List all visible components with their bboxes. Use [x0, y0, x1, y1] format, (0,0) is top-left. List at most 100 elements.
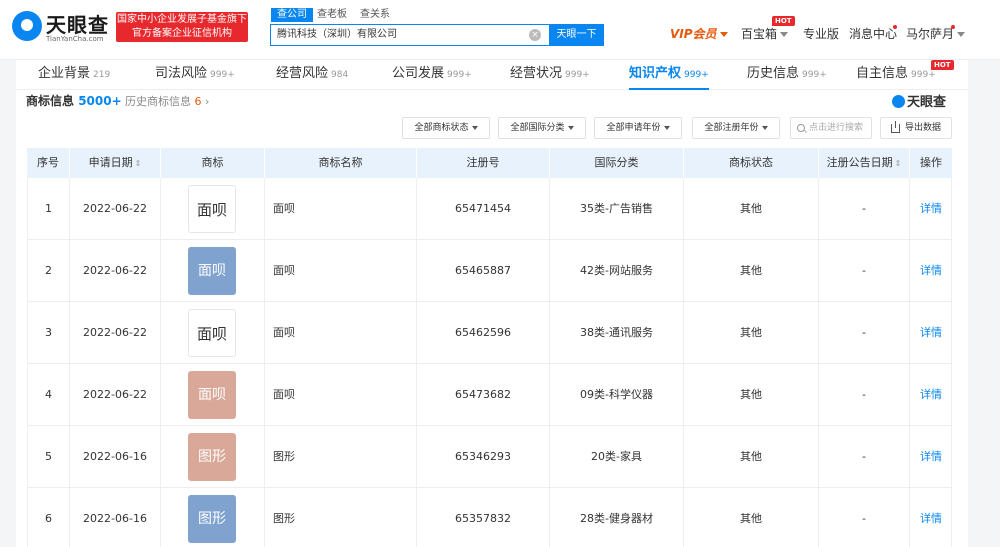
- message-center-link[interactable]: 消息中心: [849, 26, 897, 42]
- tab-judicial-risk[interactable]: 司法风险 999+: [155, 60, 235, 90]
- cell-apply-date: 2022-06-16: [69, 426, 160, 487]
- col-header-mark-name: 商标名称: [264, 148, 416, 178]
- cell-mark-name: 图形: [264, 426, 416, 487]
- col-header-apply-date[interactable]: 申请日期 ⇕: [69, 148, 160, 178]
- self-info-hot-badge: HOT: [931, 60, 954, 70]
- top-bar: 天眼查 TianYanCha.com 国家中小企业发展子基金旗下 官方备案企业征…: [0, 0, 1000, 60]
- row-border: [951, 364, 952, 426]
- table-row: 5 2022-06-16 图形 图形 65346293 20类-家具 其他 - …: [27, 426, 952, 488]
- search-button[interactable]: 天眼一下: [549, 24, 604, 46]
- message-unread-dot: [893, 25, 897, 29]
- reg-year-filter-label: 全部注册年份: [704, 123, 759, 133]
- trademark-image[interactable]: 图形: [188, 433, 236, 481]
- intl-class-filter[interactable]: 全部国际分类: [498, 117, 586, 139]
- trademark-image[interactable]: 面呗: [188, 185, 236, 233]
- cell-intl-class: 20类-家具: [549, 426, 683, 487]
- search-input[interactable]: [277, 25, 517, 45]
- cell-apply-date: 2022-06-22: [69, 240, 160, 301]
- cell-mark-name: 面呗: [264, 302, 416, 363]
- search-tab-relation[interactable]: 查关系: [354, 8, 396, 22]
- user-menu[interactable]: 马尔萨月: [906, 26, 966, 42]
- cell-mark-name: 图形: [264, 488, 416, 547]
- col-header-pub-date[interactable]: 注册公告日期 ⇕: [818, 148, 909, 178]
- tab-business-status[interactable]: 经营状况 999+: [510, 60, 590, 90]
- trademark-image[interactable]: 面呗: [188, 309, 236, 357]
- detail-link[interactable]: 详情: [909, 302, 952, 363]
- cell-pub-date: -: [818, 240, 909, 301]
- baibaoxiang-link[interactable]: 百宝箱: [741, 26, 789, 42]
- col-header-no: 序号: [37, 156, 59, 169]
- cell-mark: 面呗: [160, 178, 264, 239]
- tab-intellectual-property[interactable]: 知识产权 999+: [629, 60, 709, 90]
- logo[interactable]: 天眼查 TianYanCha.com: [12, 9, 112, 43]
- status-filter[interactable]: 全部商标状态: [402, 117, 490, 139]
- tab-enterprise-background[interactable]: 企业背景 219: [38, 60, 110, 90]
- history-trademark-link[interactable]: 历史商标信息 6 ›: [125, 93, 209, 109]
- search-tab-boss[interactable]: 查老板: [311, 8, 353, 22]
- official-badge: 国家中小企业发展子基金旗下 官方备案企业征信机构: [116, 12, 248, 42]
- cell-mark-name: 面呗: [264, 178, 416, 239]
- table-search-input[interactable]: 点击进行搜索: [790, 117, 872, 139]
- cell-reg-no: 65465887: [416, 240, 549, 301]
- content-card: 企业背景 219 司法风险 999+ 经营风险 984 公司发展 999+ 经营状况 99…: [16, 60, 968, 547]
- table-row: 6 2022-06-16 图形 图形 65357832 28类-健身器材 其他 …: [27, 488, 952, 547]
- dimension-tabs: 企业背景 219 司法风险 999+ 经营风险 984 公司发展 999+ 经营状况 99…: [16, 60, 968, 90]
- row-border: [951, 302, 952, 364]
- tab-company-development[interactable]: 公司发展 999+: [392, 60, 472, 90]
- logo-subtext: TianYanCha.com: [46, 35, 104, 43]
- cell-reg-no: 65471454: [416, 178, 549, 239]
- logo-eye-icon: [12, 11, 42, 41]
- chevron-down-icon: [471, 125, 478, 130]
- col-header-intl-class: 国际分类: [549, 148, 683, 178]
- official-badge-line1: 国家中小企业发展子基金旗下: [117, 14, 247, 25]
- trademark-image[interactable]: 面呗: [188, 247, 236, 295]
- cell-mark: 面呗: [160, 302, 264, 363]
- row-border: [951, 488, 952, 547]
- cell-intl-class: 09类-科学仪器: [549, 364, 683, 425]
- hot-badge: HOT: [772, 16, 795, 26]
- tab-label: 司法风险: [155, 66, 208, 81]
- col-header-pub-date-label: 注册公告日期: [826, 156, 893, 169]
- export-icon: [891, 121, 900, 133]
- cell-mark: 图形: [160, 426, 264, 487]
- pro-version-link[interactable]: 专业版: [803, 26, 839, 42]
- cell-apply-date: 2022-06-22: [69, 364, 160, 425]
- tab-operation-risk[interactable]: 经营风险 984: [276, 60, 348, 90]
- baibaoxiang-label: 百宝箱: [741, 27, 778, 41]
- export-button[interactable]: 导出数据: [880, 117, 952, 139]
- trademark-image[interactable]: 面呗: [188, 371, 236, 419]
- cell-mark-name: 面呗: [264, 364, 416, 425]
- detail-link[interactable]: 详情: [909, 178, 952, 239]
- col-header-status: 商标状态: [683, 148, 818, 178]
- vip-label: VIP会员: [670, 27, 717, 41]
- trademark-image[interactable]: 图形: [188, 495, 236, 543]
- tab-count: 999+: [565, 70, 590, 80]
- reg-year-filter[interactable]: 全部注册年份: [692, 117, 780, 139]
- vip-link[interactable]: VIP会员: [670, 26, 728, 42]
- apply-year-filter[interactable]: 全部申请年份: [594, 117, 682, 139]
- brand-watermark: 天眼查: [892, 91, 946, 110]
- tab-count: 999+: [447, 70, 472, 80]
- tab-self-info[interactable]: 自主信息 999+: [856, 60, 936, 90]
- cell-no: 4: [27, 364, 69, 425]
- table-row: 2 2022-06-22 面呗 面呗 65465887 42类-网站服务 其他 …: [27, 240, 952, 302]
- detail-link[interactable]: 详情: [909, 488, 952, 547]
- sort-icon: ⇕: [134, 159, 142, 168]
- cell-reg-no: 65473682: [416, 364, 549, 425]
- row-border: [951, 240, 952, 302]
- tab-history-info[interactable]: 历史信息 999+: [747, 60, 827, 90]
- detail-link[interactable]: 详情: [909, 426, 952, 487]
- cell-reg-no: 65346293: [416, 426, 549, 487]
- col-header-apply-date-label: 申请日期: [88, 156, 133, 169]
- search-icon: [797, 124, 805, 132]
- cell-status: 其他: [683, 178, 818, 239]
- detail-link[interactable]: 详情: [909, 240, 952, 301]
- tab-label: 知识产权: [629, 66, 682, 81]
- cell-mark: 面呗: [160, 240, 264, 301]
- search-tab-company[interactable]: 查公司: [271, 8, 313, 22]
- cell-no: 2: [27, 240, 69, 301]
- clear-icon[interactable]: ×: [529, 29, 541, 41]
- table-row: 3 2022-06-22 面呗 面呗 65462596 38类-通讯服务 其他 …: [27, 302, 952, 364]
- user-caret-icon: [957, 32, 966, 37]
- detail-link[interactable]: 详情: [909, 364, 952, 425]
